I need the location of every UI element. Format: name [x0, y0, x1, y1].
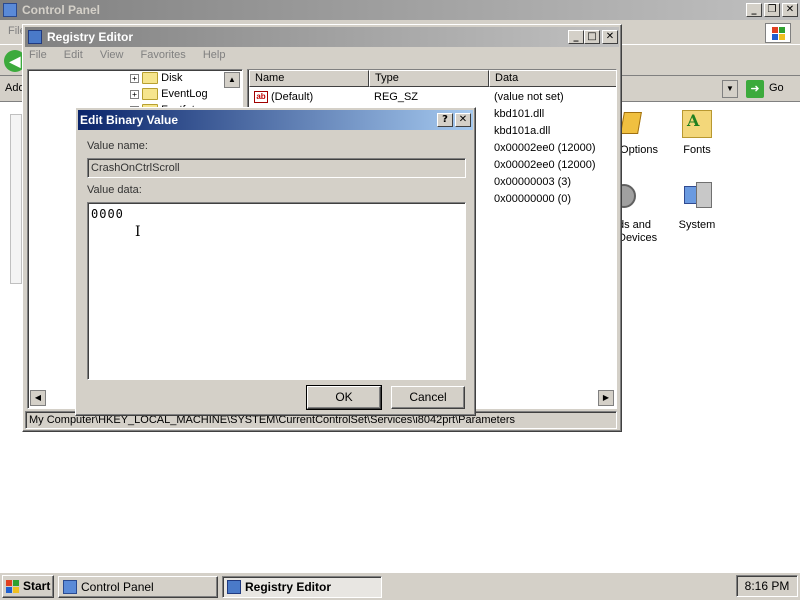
expand-icon[interactable]: + — [130, 89, 139, 99]
column-header-name[interactable]: Name — [249, 70, 369, 87]
taskbar-item-control-panel[interactable]: Control Panel — [58, 576, 218, 598]
folder-icon — [142, 72, 159, 85]
dialog-help-button[interactable]: ? — [437, 113, 453, 127]
icon-label-fonts[interactable]: Fonts — [662, 144, 732, 156]
taskbar-item-label: Registry Editor — [245, 580, 332, 594]
row-data: 0x00002ee0 (12000) — [494, 159, 596, 171]
menu-view[interactable]: View — [100, 49, 124, 61]
column-header-type[interactable]: Type — [369, 70, 489, 87]
edit-binary-value-dialog: Edit Binary Value ? ✕ Value name: CrashO… — [75, 107, 476, 416]
restore-button[interactable]: ❐ — [764, 3, 780, 17]
registry-editor-icon — [28, 30, 42, 44]
menu-file[interactable]: File — [29, 49, 47, 61]
row-data: (value not set) — [494, 91, 564, 103]
start-label: Start — [23, 579, 51, 593]
row-data: kbd101.dll — [494, 108, 545, 120]
tree-item[interactable]: + EventLog — [130, 88, 208, 101]
dialog-title: Edit Binary Value — [80, 113, 179, 127]
row-data: 0x00002ee0 (12000) — [494, 142, 596, 154]
row-type: REG_SZ — [374, 91, 419, 103]
value-name-field: CrashOnCtrlScroll — [87, 158, 466, 178]
tree-item[interactable]: + Disk — [130, 72, 183, 85]
menu-favorites[interactable]: Favorites — [141, 49, 186, 61]
minimize-button[interactable]: _ — [746, 3, 762, 17]
column-header-data[interactable]: Data — [489, 70, 616, 87]
value-name-text: CrashOnCtrlScroll — [91, 162, 180, 174]
value-data-text[interactable]: 0000 — [91, 207, 124, 221]
value-name-label: Value name: — [87, 140, 148, 152]
cancel-button[interactable]: Cancel — [391, 386, 465, 409]
taskbar-item-label: Control Panel — [81, 580, 154, 594]
value-data-label: Value data: — [87, 184, 142, 196]
control-panel-window-icon — [3, 3, 17, 17]
regedit-maximize-button[interactable]: □ — [584, 30, 600, 44]
go-arrow-icon[interactable]: ➜ — [746, 80, 764, 98]
left-pane-stub — [10, 114, 22, 284]
icon-label-system[interactable]: System — [662, 219, 732, 231]
tree-item-label: Disk — [161, 72, 183, 84]
row-data: 0x00000003 (3) — [494, 176, 572, 188]
menu-edit[interactable]: Edit — [64, 49, 83, 61]
menu-help[interactable]: Help — [203, 49, 226, 61]
address-dropdown-icon[interactable]: ▼ — [722, 80, 738, 98]
dialog-titlebar[interactable]: Edit Binary Value ? ✕ — [78, 110, 473, 130]
system-icon[interactable] — [682, 182, 714, 212]
ok-button[interactable]: OK — [306, 385, 382, 410]
regedit-menubar: File Edit View Favorites Help — [29, 49, 609, 67]
row-data: 0x00000000 (0) — [494, 193, 572, 205]
registry-editor-title: Registry Editor — [47, 30, 134, 44]
system-tray: 8:16 PM — [736, 575, 798, 597]
tree-hscroll-left-button[interactable]: ◀ — [30, 390, 46, 406]
row-data: kbd101a.dll — [494, 125, 551, 137]
expand-icon[interactable]: + — [130, 73, 139, 83]
taskbar-item-registry-editor[interactable]: Registry Editor — [222, 576, 382, 598]
control-panel-task-icon — [63, 580, 77, 594]
regedit-minimize-button[interactable]: _ — [568, 30, 584, 44]
control-panel-title: Control Panel — [22, 3, 101, 17]
row-name[interactable]: (Default) — [271, 89, 313, 106]
windows-logo-icon — [765, 23, 791, 43]
start-button[interactable]: Start — [2, 575, 54, 598]
go-button[interactable]: Go — [769, 82, 784, 94]
text-cursor-icon: I — [135, 224, 141, 240]
close-button[interactable]: ✕ — [782, 3, 798, 17]
dialog-close-button[interactable]: ✕ — [455, 113, 471, 127]
string-value-icon: ab — [254, 91, 268, 103]
tree-scroll-up-button[interactable]: ▲ — [224, 72, 240, 88]
tree-item-label: EventLog — [161, 88, 208, 100]
regedit-close-button[interactable]: ✕ — [602, 30, 618, 44]
list-hscroll-right-button[interactable]: ▶ — [598, 390, 614, 406]
value-data-editor[interactable]: 0000 I — [87, 202, 466, 380]
clock[interactable]: 8:16 PM — [745, 579, 790, 593]
registry-editor-task-icon — [227, 580, 241, 594]
registry-editor-titlebar[interactable]: Registry Editor _ □ ✕ — [25, 27, 619, 47]
fonts-icon[interactable]: A — [682, 110, 712, 138]
folder-icon — [142, 88, 159, 101]
control-panel-titlebar[interactable]: Control Panel _ ❐ ✕ — [0, 0, 800, 20]
windows-flag-icon — [6, 580, 20, 593]
